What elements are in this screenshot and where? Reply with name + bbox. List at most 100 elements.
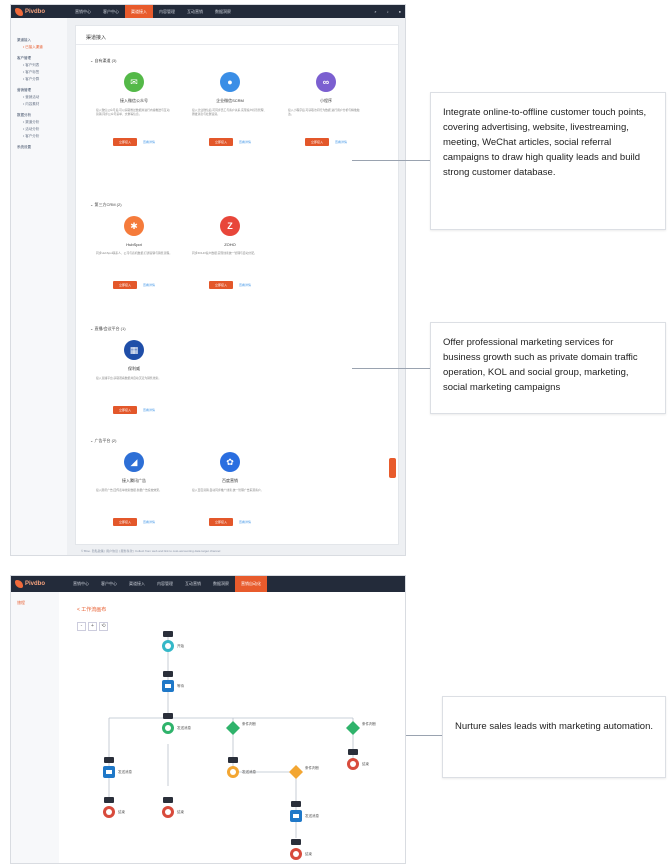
chat-bubble-icon: ● xyxy=(220,72,240,92)
card-actions: 立即接入 查看详情 xyxy=(96,406,172,414)
node-header-tag xyxy=(163,797,173,803)
user-avatar[interactable]: ● xyxy=(399,9,401,14)
logo-icon xyxy=(15,7,23,16)
callout-text-2: Offer professional marketing services fo… xyxy=(443,337,638,393)
details-link[interactable]: 查看详情 xyxy=(239,283,251,287)
details-link[interactable]: 查看详情 xyxy=(335,140,347,144)
connect-button[interactable]: 立即接入 xyxy=(208,518,233,526)
node-label: 发送消息 xyxy=(177,725,191,730)
details-link[interactable]: 查看详情 xyxy=(143,408,155,412)
callout-nurture: Nurture sales leads with marketing autom… xyxy=(442,696,666,778)
connect-button[interactable]: 立即接入 xyxy=(112,281,137,289)
node-label: 发送消息 xyxy=(242,769,256,774)
workflow-canvas[interactable]: 开始等待发送消息条件判断 条件判断发送消息 发送消息条件判断结束结束 结束发送消息结束 xyxy=(11,576,406,864)
wait-node-inner xyxy=(165,684,171,688)
sidebar-group-title[interactable]: 数据分析 xyxy=(17,113,67,118)
details-link[interactable]: 查看详情 xyxy=(239,520,251,524)
channel-card: ◢ 接入腾讯广告 接入腾讯广告,回传表单线索数据,衡量广告投放效果。 立即接入 查看详情 xyxy=(96,452,172,526)
end-node-right-inner xyxy=(350,761,356,767)
condition-node-2[interactable] xyxy=(346,721,360,735)
footer-note: © Bloo. 隐私政策 | 用户协议 | 服务条款 | Collect fro… xyxy=(81,549,221,553)
tencent-ads-icon: ◢ xyxy=(124,452,144,472)
node-header-tag xyxy=(163,631,173,637)
connect-button[interactable]: 立即接入 xyxy=(208,138,233,146)
node-header-tag xyxy=(163,713,173,719)
end-node-mid-inner xyxy=(165,809,171,815)
action-node-orange-inner xyxy=(230,769,236,775)
connect-button[interactable]: 立即接入 xyxy=(304,138,329,146)
condition-node-3[interactable] xyxy=(289,765,303,779)
nav-tab[interactable]: 客户中心 xyxy=(97,5,125,18)
channel-card: ● 企业微信SCRM 接入企业微信后,可同步员工与客户关系,实现客户标签管理、群发消… xyxy=(192,72,268,146)
channel-description: 接入微信公众号后,可以获取粉丝数据并进行内容推送与互动营销,同步公众号菜单、文章… xyxy=(96,108,170,116)
callout-services: Offer professional marketing services fo… xyxy=(430,322,666,414)
channel-access-screenshot: Pivdbo 营销中心 客户中心 渠道接入 内容管理 互动营销 数据洞察 ⌕ ♪ ● 渠道… xyxy=(10,4,406,556)
channel-name: 小程序 xyxy=(320,98,332,103)
channel-name: 保利威 xyxy=(128,366,140,371)
app-logo[interactable]: Pivdbo xyxy=(15,7,45,16)
nav-tab[interactable]: 营销中心 xyxy=(69,5,97,18)
sidebar-group-title[interactable]: 渠道接入 xyxy=(17,38,67,43)
nav-tab[interactable]: 内容管理 xyxy=(153,5,181,18)
node-header-tag xyxy=(163,671,173,677)
sidebar-item[interactable]: • 客户列表 xyxy=(23,63,67,68)
sidebar-group-title[interactable]: 系统设置 xyxy=(17,145,67,150)
channel-description: 同步ZOHO客户数据,实现线索统一管理与自动分配。 xyxy=(192,251,257,255)
channel-name: 百度营销 xyxy=(222,478,238,483)
details-link[interactable]: 查看详情 xyxy=(239,140,251,144)
node-header-tag xyxy=(348,749,358,755)
zoho-icon: Z xyxy=(220,216,240,236)
sidebar-item[interactable]: • 客户分析 xyxy=(23,134,67,139)
node-label: 结束 xyxy=(177,809,184,814)
top-right-tools: ⌕ ♪ ● xyxy=(374,5,401,18)
sidebar-group-title[interactable]: 客户管理 xyxy=(17,56,67,61)
nav-tab[interactable]: 数据洞察 xyxy=(209,5,237,18)
sidebar-group-title[interactable]: 营销管理 xyxy=(17,88,67,93)
search-icon[interactable]: ⌕ xyxy=(374,9,376,14)
feedback-tab[interactable] xyxy=(389,458,396,478)
sidebar-item[interactable]: • 活动分析 xyxy=(23,127,67,132)
message-node-bottom-inner xyxy=(293,814,299,818)
channel-card: ▦ 保利威 接入直播平台,获取观看数据并自动沉淀为销售线索。 立即接入 查看详情 xyxy=(96,340,172,414)
node-header-tag xyxy=(104,797,114,803)
bell-icon[interactable]: ♪ xyxy=(387,9,389,14)
sidebar-item[interactable]: • 已接入渠道 xyxy=(23,45,67,50)
baidu-icon: ✿ xyxy=(220,452,240,472)
nav-tab[interactable]: 渠道接入 xyxy=(125,5,153,18)
condition-node-1[interactable] xyxy=(226,721,240,735)
logo-text: Pivdbo xyxy=(25,8,46,15)
send-message-node-inner xyxy=(165,725,171,731)
node-label: 条件判断 xyxy=(305,765,319,770)
page-title: 渠道接入 xyxy=(86,35,107,41)
callout-text-3: Nurture sales leads with marketing autom… xyxy=(455,721,654,732)
sidebar-item[interactable]: • 客户分群 xyxy=(23,77,67,82)
sidebar-item[interactable]: • 渠道分析 xyxy=(23,120,67,125)
channel-description: 接入直播平台,获取观看数据并自动沉淀为销售线索。 xyxy=(96,376,162,380)
connect-button[interactable]: 立即接入 xyxy=(112,406,137,414)
details-link[interactable]: 查看详情 xyxy=(143,140,155,144)
sidebar-item[interactable]: • 营销活动 xyxy=(23,95,67,100)
callout-leader-1 xyxy=(352,160,430,161)
channel-description: 接入百度营销,自动同步推广线索,统一管理广告来源客户。 xyxy=(192,488,264,492)
callout-leader-2 xyxy=(352,368,430,369)
details-link[interactable]: 查看详情 xyxy=(143,283,155,287)
sidebar-item[interactable]: • 客户标签 xyxy=(23,70,67,75)
node-label: 开始 xyxy=(177,643,184,648)
callout-text-1: Integrate online-to-offline customer tou… xyxy=(443,107,647,178)
start-node-inner xyxy=(165,643,171,649)
channel-name: 接入腾讯广告 xyxy=(122,478,146,483)
node-header-tag xyxy=(291,839,301,845)
nav-tab[interactable]: 互动营销 xyxy=(181,5,209,18)
node-label: 等待 xyxy=(177,683,184,688)
details-link[interactable]: 查看详情 xyxy=(143,520,155,524)
sidebar-item[interactable]: • 内容素材 xyxy=(23,102,67,107)
node-label: 条件判断 xyxy=(242,721,256,726)
connect-button[interactable]: 立即接入 xyxy=(208,281,233,289)
connect-button[interactable]: 立即接入 xyxy=(112,138,137,146)
node-header-tag xyxy=(228,757,238,763)
link-icon: ∞ xyxy=(316,72,336,92)
connect-button[interactable]: 立即接入 xyxy=(112,518,137,526)
node-label: 结束 xyxy=(118,809,125,814)
section-title: ⌄ 广告平台 (2) xyxy=(90,438,117,443)
top-nav-bar: Pivdbo 营销中心 客户中心 渠道接入 内容管理 互动营销 数据洞察 ⌕ ♪ ● xyxy=(11,5,405,18)
